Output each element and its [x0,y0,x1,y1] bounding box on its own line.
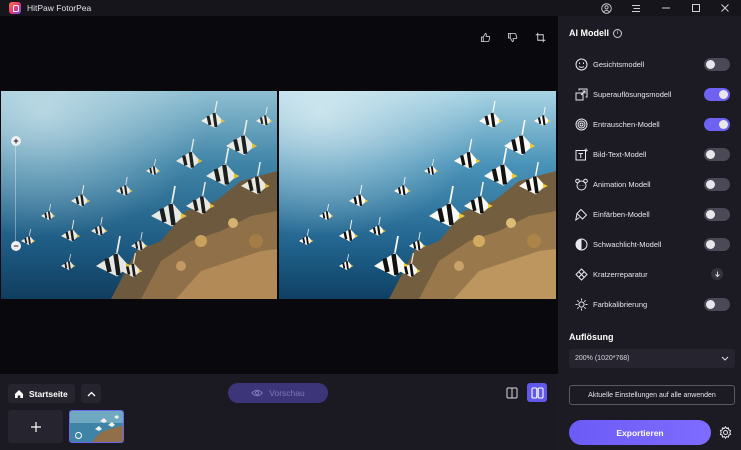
denoise-model-toggle[interactable] [704,117,730,131]
lowlight-icon [574,237,588,251]
side-by-side-icon [530,386,544,399]
original-image [1,91,277,299]
apply-all-button[interactable]: Aktuelle Einstellungen auf alle anwenden [569,385,735,405]
image-thumbnail[interactable] [69,410,124,443]
resolution-value: 200% (1020*768) [575,355,630,362]
download-model-button[interactable] [711,268,723,280]
clock-icon [75,432,82,439]
enhanced-image [279,91,556,299]
ai-model-panel: AI Modell i Gesichtsmodell Superauflösun… [558,16,741,450]
title-bar: HitPaw FotorPea [0,0,741,16]
upscale-icon [574,87,588,101]
model-row-animation: Animation Modell [574,176,730,192]
animation-model-toggle[interactable] [704,177,730,191]
zoom-slider[interactable] [15,146,16,244]
image-text-icon [574,147,588,161]
zoom-out-button[interactable]: − [11,241,21,251]
minimize-icon[interactable] [655,0,677,16]
model-label: Entrauschen-Modell [593,119,660,129]
home-icon [15,389,23,398]
image-canvas[interactable]: + − [0,16,558,374]
plus-icon [30,421,41,432]
color-calibration-icon [574,297,588,311]
model-label: Schwachlicht-Modell [593,239,662,249]
single-view-button[interactable] [503,384,520,401]
download-icon [714,271,720,277]
upscale-model-toggle[interactable] [704,87,730,101]
animation-icon [574,177,588,191]
panel-title: AI Modell i [569,28,622,38]
panel-title-text: AI Modell [569,28,609,38]
thumbs-down-icon[interactable] [505,30,519,44]
face-model-toggle[interactable] [704,57,730,71]
scratch-repair-icon [574,267,588,281]
model-row-upscale: Superauflösungsmodell [574,86,730,102]
thumbs-up-icon[interactable] [478,30,492,44]
zoom-in-button[interactable]: + [11,136,21,146]
model-label: Einfärben-Modell [593,209,650,219]
menu-icon[interactable] [625,0,647,16]
denoise-icon [574,117,588,131]
model-row-image-text: Bild-Text-Modell [574,146,730,162]
add-image-button[interactable] [8,410,63,443]
app-title: HitPaw FotorPea [27,3,92,13]
model-row-scratch-repair: Kratzerreparatur [574,266,730,282]
info-icon[interactable]: i [613,28,622,38]
maximize-icon[interactable] [685,0,707,16]
model-label: Animation Modell [593,179,651,189]
model-label: Superauflösungsmodell [593,89,672,99]
chevron-down-icon [721,356,729,361]
color-calibration-toggle[interactable] [704,297,730,311]
resolution-select[interactable]: 200% (1020*768) [569,349,735,368]
colorize-model-toggle[interactable] [704,207,730,221]
home-label: Startseite [29,388,68,399]
close-icon[interactable] [714,0,736,16]
model-label: Gesichtsmodell [593,59,645,69]
colorize-icon [574,207,588,221]
collapse-button[interactable] [81,384,101,403]
split-compare-icon [506,387,517,398]
resolution-title: Auflösung [569,332,614,342]
model-label: Kratzerreparatur [593,269,648,279]
gear-icon[interactable] [718,425,733,440]
export-button[interactable]: Exportieren [569,420,711,445]
chevron-up-icon [87,391,95,396]
bottom-bar: Startseite Vorschau [0,374,558,450]
lowlight-model-toggle[interactable] [704,237,730,251]
preview-button[interactable]: Vorschau [228,383,328,403]
model-label: Farbkalibrierung [593,299,648,309]
model-row-colorize: Einfärben-Modell [574,206,730,222]
model-label: Bild-Text-Modell [593,149,647,159]
face-icon [574,57,588,71]
side-by-side-view-button[interactable] [527,383,547,402]
eye-icon [251,389,264,397]
model-row-denoise: Entrauschen-Modell [574,116,730,132]
account-icon[interactable] [595,0,617,16]
model-row-color-calibration: Farbkalibrierung [574,296,730,312]
image-text-model-toggle[interactable] [704,147,730,161]
home-button[interactable]: Startseite [8,384,75,403]
app-logo-icon [9,2,21,14]
model-row-face: Gesichtsmodell [574,56,730,72]
model-row-lowlight: Schwachlicht-Modell [574,236,730,252]
crop-icon[interactable] [533,30,547,44]
preview-label: Vorschau [269,388,305,398]
